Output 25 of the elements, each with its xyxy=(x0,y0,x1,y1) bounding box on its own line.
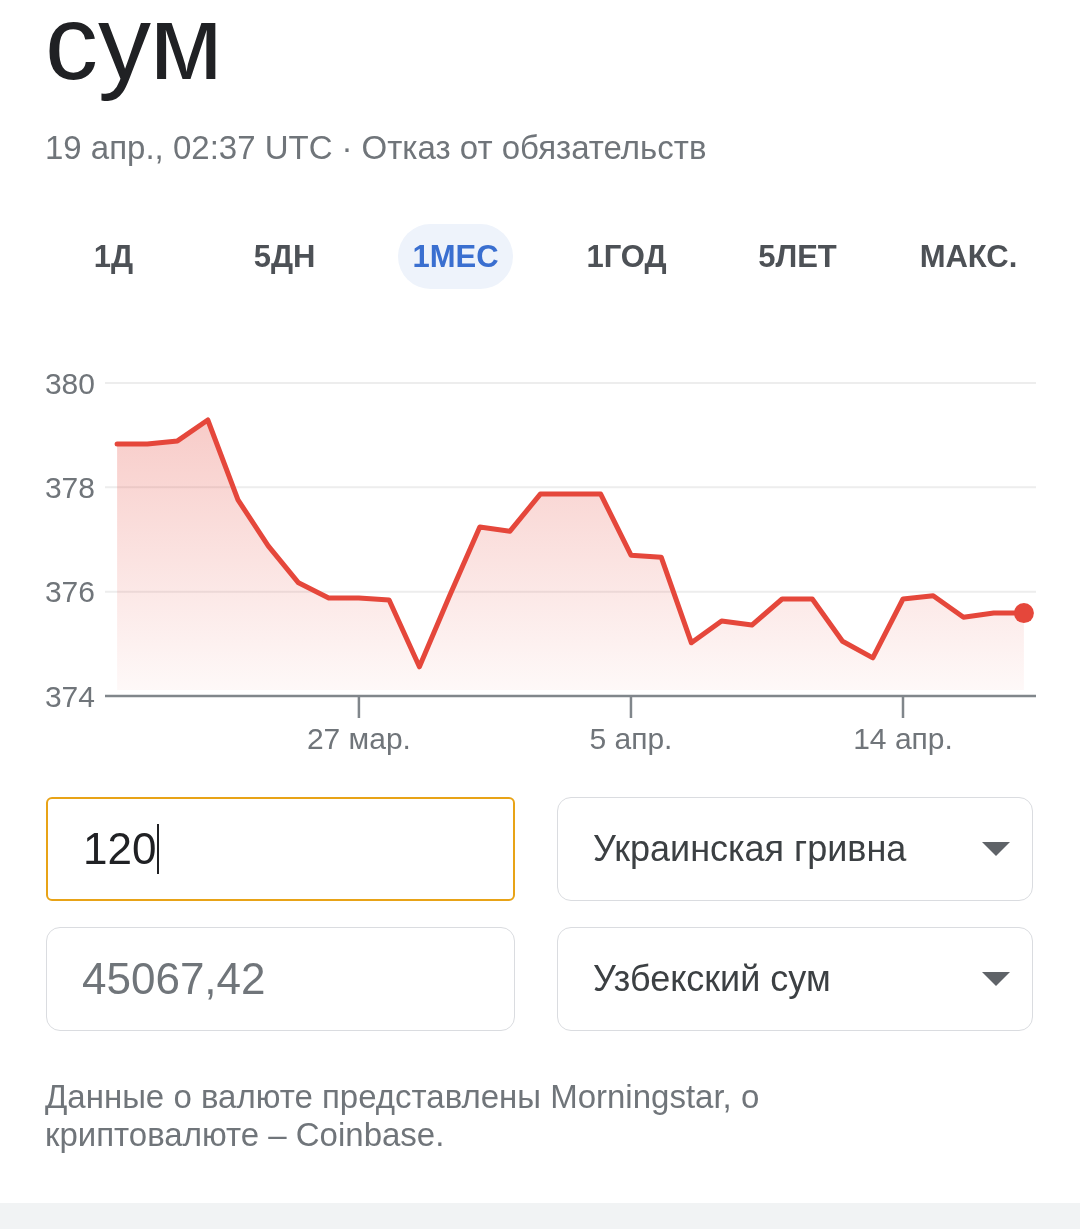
range-tab[interactable]: 1Д xyxy=(79,224,148,289)
currency-select[interactable]: Узбекский сум xyxy=(557,927,1033,1031)
currency-title: сум xyxy=(45,0,223,103)
range-tab[interactable]: 1МЕС xyxy=(398,224,513,289)
y-axis-label: 380 xyxy=(44,366,95,400)
disclaimer-link[interactable]: Отказ от обязательств xyxy=(361,126,707,170)
caret-icon xyxy=(982,972,1010,986)
amount-field[interactable]: 45067,42 xyxy=(46,927,515,1031)
timestamp-text: 19 апр., 02:37 UTC xyxy=(45,128,333,168)
x-axis-label: 14 апр. xyxy=(853,721,953,755)
x-axis-label: 27 мар. xyxy=(306,721,411,755)
separator-dot-text: · xyxy=(341,128,353,168)
range-tab[interactable]: 5ЛЕТ xyxy=(744,224,851,289)
y-axis-label: 376 xyxy=(44,575,95,609)
currency-select[interactable]: Украинская гривна xyxy=(557,797,1033,901)
data-source-note: Данные о валюте представлены Morningstar, о криптовалюте – Coinbase. xyxy=(45,1078,761,1154)
y-axis-label: 378 xyxy=(44,470,95,504)
amount-field[interactable]: 120 xyxy=(46,797,515,901)
y-axis-label: 374 xyxy=(44,679,95,713)
text-cursor xyxy=(157,824,160,874)
caret-icon xyxy=(982,842,1010,856)
range-tab[interactable]: 1ГОД xyxy=(572,224,681,289)
range-tab[interactable]: МАКС. xyxy=(905,224,1032,289)
x-axis-label: 5 апр. xyxy=(589,721,673,755)
range-tab[interactable]: 5ДН xyxy=(239,224,330,289)
